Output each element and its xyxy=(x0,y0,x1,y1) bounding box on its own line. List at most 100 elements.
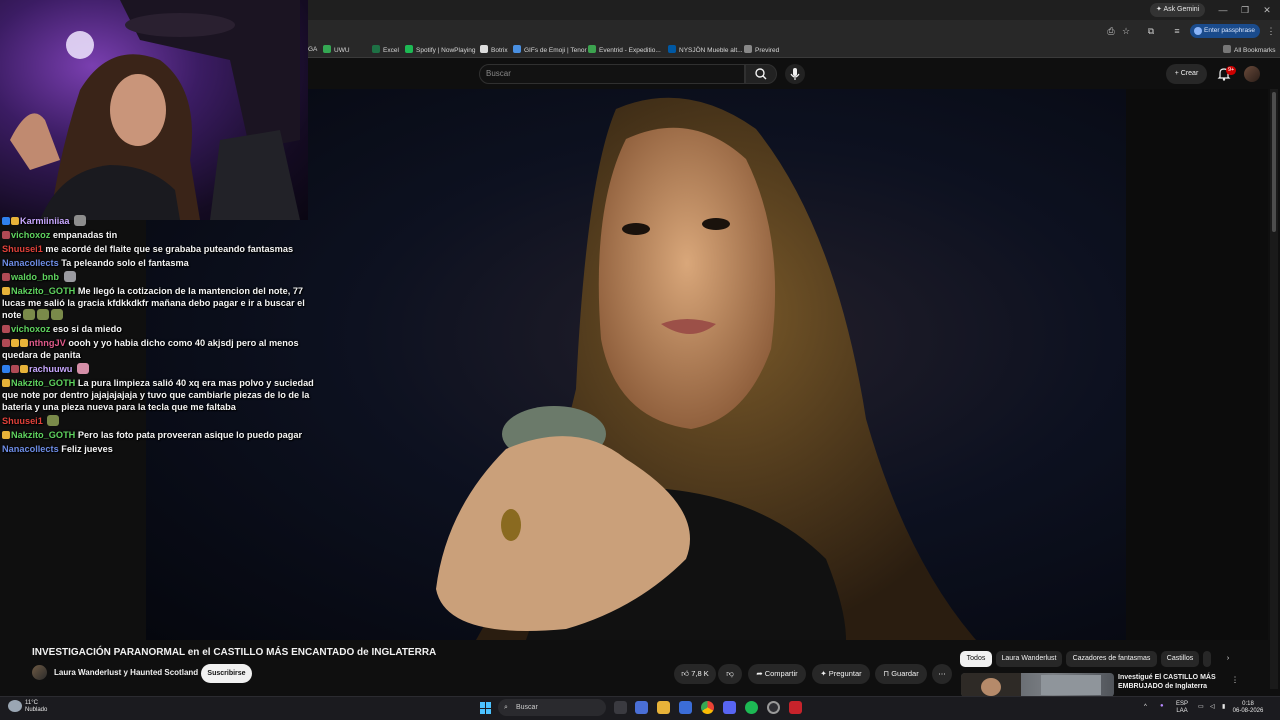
scrollbar-thumb[interactable] xyxy=(1272,92,1276,232)
chat-text: me acordé del flaite que se grababa pute… xyxy=(45,244,294,254)
chat-username[interactable]: vichoxoz xyxy=(11,230,50,240)
chip-castillos[interactable]: Castillos xyxy=(1161,651,1199,667)
taskbar-search-input[interactable]: ⌕ Buscar xyxy=(498,699,606,716)
all-bookmarks-link[interactable]: All Bookmarks xyxy=(1223,45,1276,55)
channel-avatar[interactable] xyxy=(32,665,47,680)
install-app-icon[interactable]: ⎙ xyxy=(1104,24,1118,38)
language-indicator[interactable]: ESP LAA xyxy=(1176,701,1188,715)
secondary-column xyxy=(1126,89,1268,640)
user-avatar[interactable] xyxy=(1244,66,1260,82)
chat-message: vichoxoz eso si da miedo xyxy=(2,323,320,335)
bookmark-item[interactable]: NYSJÖN Mueble alt... xyxy=(668,45,743,55)
app-icon[interactable] xyxy=(789,701,802,714)
browser-menu-icon[interactable]: ⋮ xyxy=(1264,24,1278,38)
chat-username[interactable]: nthngJV xyxy=(29,338,66,348)
create-button[interactable]: + Crear xyxy=(1166,64,1207,84)
weather-widget[interactable]: 11°C Nublado xyxy=(25,700,47,714)
chrome-icon[interactable] xyxy=(701,701,714,714)
share-button[interactable]: ➦ Compartir xyxy=(748,664,806,684)
recommended-title[interactable]: Investigué El CASTILLO MÁS EMBRUJADO de … xyxy=(1118,673,1228,691)
chip-laura-wanderlust[interactable]: Laura Wanderlust xyxy=(996,651,1062,667)
bookmark-item[interactable]: Botrix xyxy=(480,45,508,55)
bookmark-label: GA xyxy=(308,46,318,53)
ask-button[interactable]: ✦ Preguntar xyxy=(812,664,870,684)
close-icon[interactable]: ✕ xyxy=(1256,2,1278,18)
extensions-icon[interactable]: ⧉ xyxy=(1144,24,1158,38)
network-icon[interactable]: ▭ xyxy=(1198,704,1204,711)
chips-next-button[interactable]: › xyxy=(1220,651,1236,667)
chat-username[interactable]: Nakzito_GOTH xyxy=(11,430,75,440)
badge-icon xyxy=(2,379,10,387)
store-icon[interactable] xyxy=(679,701,692,714)
chat-username[interactable]: Karmiiniiaa xyxy=(20,216,70,226)
media-controls-icon[interactable]: ≡ xyxy=(1170,24,1184,38)
recommended-menu-button[interactable]: ⋮ xyxy=(1229,673,1241,687)
chat-username[interactable]: vichoxoz xyxy=(11,324,50,334)
bookmark-item[interactable]: Excel xyxy=(372,45,399,55)
share-icon: ➦ xyxy=(756,669,765,678)
chat-username[interactable]: Shuusei1 xyxy=(2,244,43,254)
language-code: ESP xyxy=(1176,701,1189,707)
obs-icon[interactable] xyxy=(767,701,780,714)
bookmark-item[interactable]: Eventrid - Expeditio... xyxy=(588,45,661,55)
bookmark-label: UWU xyxy=(334,47,350,54)
chat-username[interactable]: Nakzito_GOTH xyxy=(11,378,75,388)
bookmark-item[interactable]: UWU xyxy=(323,45,350,55)
chat-username[interactable]: Nanacollects xyxy=(2,444,59,454)
stream-chat: Karmiiniiaa vichoxoz empanadas tin Shuuse… xyxy=(2,215,320,457)
bookmark-label: Botrix xyxy=(491,47,508,54)
show-hidden-icons[interactable]: ^ xyxy=(1144,704,1147,711)
task-view-icon[interactable] xyxy=(614,701,627,714)
file-explorer-icon[interactable] xyxy=(657,701,670,714)
bookmark-item[interactable]: Spotify | NowPlaying xyxy=(405,45,476,55)
recommended-thumbnail[interactable] xyxy=(961,673,1114,697)
chat-message: Shuusei1 me acordé del flaite que se gra… xyxy=(2,243,320,255)
chat-username[interactable]: rachuuwu xyxy=(29,364,72,374)
voice-search-button[interactable] xyxy=(785,64,805,84)
bookmark-item[interactable]: GIFs de Emoji | Tenor xyxy=(513,45,587,55)
chip-todos[interactable]: Todos xyxy=(960,651,992,667)
battery-icon[interactable]: ▮ xyxy=(1222,704,1225,711)
bookmark-favicon-icon xyxy=(513,45,521,53)
clock[interactable]: 0:18 06-08-2026 xyxy=(1228,701,1268,715)
chip-cazadores-de-fantasmas[interactable]: Cazadores de fantasmas xyxy=(1066,651,1157,667)
bookmark-label: Previred xyxy=(755,47,780,54)
minimize-icon[interactable]: — xyxy=(1212,2,1234,18)
chat-message: waldo_bnb xyxy=(2,271,320,283)
chat-message: Nakzito_GOTH Me llegó la cotizacion de l… xyxy=(2,285,320,321)
enter-passphrase-button[interactable]: Enter passphrase xyxy=(1190,24,1260,38)
search-button[interactable] xyxy=(745,64,777,84)
share-label: Compartir xyxy=(764,669,798,678)
youtube-search-input[interactable]: Buscar xyxy=(479,64,745,84)
save-button[interactable]: ⊓ Guardar xyxy=(875,664,927,684)
emote-icon xyxy=(37,309,50,320)
chip-overflow[interactable] xyxy=(1203,651,1211,667)
restore-icon[interactable]: ❐ xyxy=(1234,2,1256,18)
windows-start-icon[interactable] xyxy=(480,702,492,714)
badge-icon xyxy=(11,365,19,373)
bookmark-star-icon[interactable]: ☆ xyxy=(1119,24,1133,38)
chat-username[interactable]: Nanacollects xyxy=(2,258,59,268)
subscribe-button[interactable]: Suscribirse xyxy=(201,664,252,683)
more-actions-button[interactable]: ⋯ xyxy=(932,664,952,684)
spotify-icon[interactable] xyxy=(745,701,758,714)
bookmark-item[interactable]: GA xyxy=(308,45,317,55)
volume-icon[interactable]: ◁ xyxy=(1210,704,1215,711)
chat-text: Feliz jueves xyxy=(61,444,113,454)
clock-date: 06-08-2026 xyxy=(1232,708,1264,714)
discord-icon[interactable] xyxy=(723,701,736,714)
ask-gemini-button[interactable]: ✦ Ask Gemini xyxy=(1150,3,1206,17)
badge-icon xyxy=(11,339,19,347)
microphone-tray-icon[interactable]: ● xyxy=(1160,703,1164,710)
like-button[interactable]: 👍︎ 7,8 K xyxy=(674,664,716,684)
badge-icon xyxy=(2,339,10,347)
bookmark-item[interactable]: Previred xyxy=(744,45,779,55)
emote-icon xyxy=(76,363,89,374)
dislike-button[interactable]: 👎︎ xyxy=(718,664,742,684)
chat-username[interactable]: Shuusei1 xyxy=(2,416,43,426)
bookmark-favicon-icon xyxy=(480,45,488,53)
chat-username[interactable]: waldo_bnb xyxy=(11,272,59,282)
copilot-icon[interactable] xyxy=(635,701,648,714)
chat-username[interactable]: Nakzito_GOTH xyxy=(11,286,75,296)
channel-name[interactable]: Laura Wanderlust y Haunted Scotland xyxy=(54,668,198,677)
